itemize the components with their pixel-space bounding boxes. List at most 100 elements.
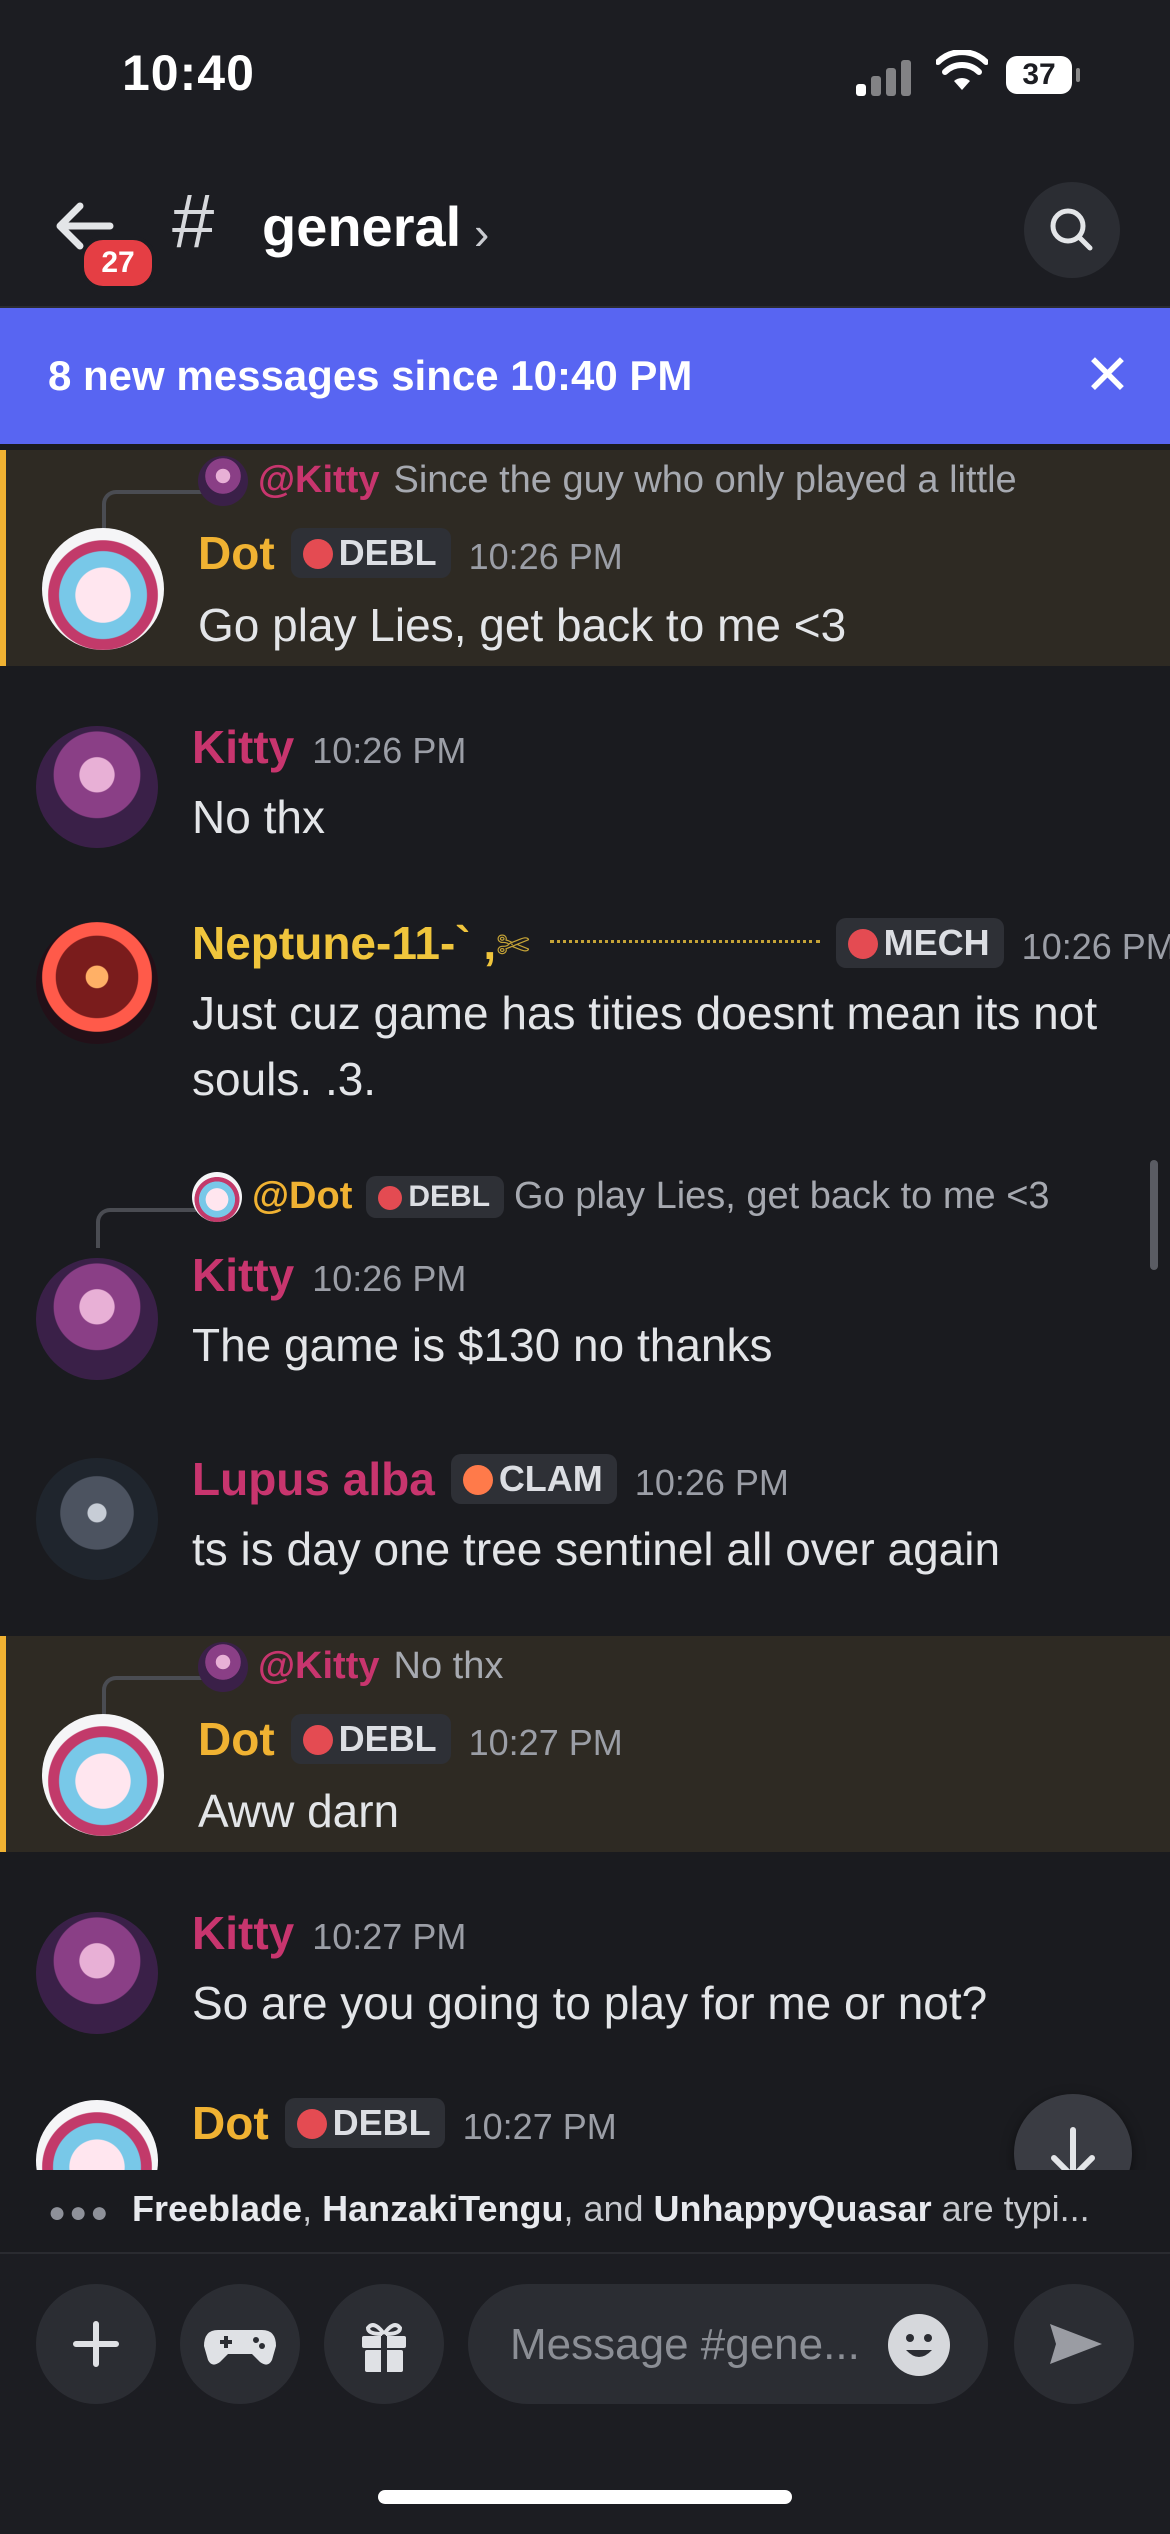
- search-icon: [1050, 208, 1093, 251]
- scissors-icon: ✄: [496, 924, 530, 968]
- reply-preview[interactable]: @Kitty Since the guy who only played a li…: [198, 456, 1017, 506]
- new-messages-banner[interactable]: 8 new messages since 10:40 PM ✕: [0, 308, 1170, 444]
- scrollbar[interactable]: [1150, 1160, 1158, 1270]
- avatar[interactable]: [36, 922, 158, 1044]
- typing-suffix: are typi...: [931, 2188, 1090, 2229]
- author-name[interactable]: Neptune-11-` ,: [192, 917, 496, 969]
- reply-preview[interactable]: @Kitty No thx: [198, 1642, 503, 1692]
- typing-indicator: ●●● Freeblade, HanzakiTengu, and Unhappy…: [0, 2170, 1170, 2252]
- banner-text: 8 new messages since 10:40 PM: [48, 352, 693, 399]
- emoji-icon[interactable]: [888, 2314, 950, 2376]
- message-text: No thx: [192, 791, 325, 843]
- reply-avatar: [192, 1172, 242, 1222]
- message-list[interactable]: @Kitty Since the guy who only played a li…: [0, 444, 1170, 2170]
- role-tag: CLAM: [450, 1454, 617, 1504]
- reply-author: @Dot: [252, 1175, 353, 1217]
- avatar[interactable]: [36, 2100, 158, 2170]
- typing-user: Freeblade: [132, 2188, 303, 2229]
- author-line: Dot DEBL 10:27 PM: [192, 2096, 617, 2150]
- status-bar: 10:40 37: [0, 0, 1170, 150]
- message-item[interactable]: Dot DEBL 10:27 PM: [0, 2096, 1170, 2170]
- message-item[interactable]: @Kitty Since the guy who only played a li…: [0, 450, 1170, 666]
- message-text: Go play Lies, get back to me <3: [198, 599, 847, 651]
- unread-badge: 27: [80, 236, 156, 290]
- reply-avatar: [198, 456, 248, 506]
- message-text: Aww darn: [198, 1785, 400, 1837]
- author-name[interactable]: Lupus alba: [192, 1453, 435, 1505]
- message-item[interactable]: Lupus alba CLAM 10:26 PM ts is day one tre…: [0, 1452, 1170, 1602]
- author-line: Neptune-11-` ,✄ MECH 10:26 PM: [192, 916, 1170, 970]
- message-text: The game is $130 no thanks: [192, 1319, 773, 1371]
- avatar[interactable]: [42, 1714, 164, 1836]
- message-item[interactable]: @Kitty No thx Dot DEBL 10:27 PM Aww darn: [0, 1636, 1170, 1852]
- chevron-right-icon[interactable]: ›: [474, 206, 489, 260]
- battery-icon: 37: [1006, 56, 1080, 94]
- add-attachment-button[interactable]: [36, 2284, 156, 2404]
- message-placeholder: Message #gene...: [510, 2320, 860, 2369]
- activities-button[interactable]: [180, 2284, 300, 2404]
- author-line: Dot DEBL 10:27 PM: [198, 1712, 623, 1766]
- role-label: CLAM: [498, 1458, 603, 1499]
- role-tag: MECH: [835, 918, 1004, 968]
- reply-text: Since the guy who only played a little: [393, 459, 1017, 501]
- avatar[interactable]: [42, 528, 164, 650]
- typing-user: UnhappyQuasar: [653, 2188, 932, 2229]
- avatar[interactable]: [36, 1258, 158, 1380]
- author-name[interactable]: Kitty: [192, 1907, 294, 1959]
- author-name[interactable]: Dot: [198, 527, 275, 579]
- avatar[interactable]: [36, 726, 158, 848]
- author-name[interactable]: Kitty: [192, 1249, 294, 1301]
- role-tag: DEBL: [284, 2098, 445, 2148]
- reply-preview[interactable]: @Dot DEBL Go play Lies, get back to me <3: [192, 1172, 1050, 1222]
- role-label: DEBL: [332, 2102, 431, 2143]
- plus-icon: [73, 2321, 119, 2367]
- author-name[interactable]: Kitty: [192, 721, 294, 773]
- message-item[interactable]: Kitty 10:27 PM So are you going to play f…: [0, 1906, 1170, 2056]
- gift-button[interactable]: [324, 2284, 444, 2404]
- author-line: Kitty 10:26 PM: [192, 1248, 466, 1302]
- decoration-line: [549, 940, 820, 947]
- home-indicator: [378, 2490, 792, 2504]
- role-label: DEBL: [408, 1180, 491, 1213]
- timestamp: 10:27 PM: [468, 1722, 623, 1763]
- reply-author: @Kitty: [258, 459, 380, 501]
- reply-text: Go play Lies, get back to me <3: [514, 1175, 1050, 1217]
- send-button[interactable]: [1014, 2284, 1134, 2404]
- timestamp: 10:26 PM: [1021, 926, 1170, 967]
- message-item[interactable]: Neptune-11-` ,✄ MECH 10:26 PM Just cuz gam…: [0, 916, 1170, 1126]
- channel-name[interactable]: general: [262, 194, 461, 259]
- role-tag: DEBL: [290, 528, 451, 578]
- role-label: MECH: [883, 922, 990, 963]
- send-icon: [1050, 2324, 1102, 2364]
- timestamp: 10:26 PM: [312, 730, 467, 771]
- avatar[interactable]: [36, 1458, 158, 1580]
- avatar[interactable]: [36, 1912, 158, 2034]
- typing-dots-icon: ●●●: [48, 2196, 112, 2229]
- close-icon[interactable]: ✕: [1084, 342, 1131, 408]
- timestamp: 10:26 PM: [312, 1258, 467, 1299]
- gamepad-icon: [204, 2330, 276, 2365]
- channel-header: 27 # general ›: [0, 150, 1170, 308]
- status-time: 10:40: [122, 45, 255, 101]
- reply-text: No thx: [393, 1645, 504, 1687]
- typing-text: Freeblade, HanzakiTengu, and UnhappyQuas…: [132, 2188, 1092, 2230]
- message-text: So are you going to play for me or not?: [192, 1977, 988, 2029]
- reply-avatar: [198, 1642, 248, 1692]
- typing-separator: ,: [302, 2188, 323, 2229]
- author-name[interactable]: Dot: [198, 1713, 275, 1765]
- author-name[interactable]: Dot: [192, 2097, 269, 2149]
- message-item[interactable]: @Dot DEBL Go play Lies, get back to me <3 …: [0, 1172, 1170, 1392]
- message-text: ts is day one tree sentinel all over aga…: [192, 1523, 1001, 1575]
- author-line: Kitty 10:27 PM: [192, 1906, 466, 1960]
- timestamp: 10:27 PM: [462, 2106, 617, 2147]
- role-label: DEBL: [338, 532, 437, 573]
- message-item[interactable]: Kitty 10:26 PM No thx: [0, 720, 1170, 870]
- gift-icon: [362, 2323, 406, 2372]
- signal-icon: [856, 56, 916, 96]
- message-input[interactable]: Message #gene...: [468, 2284, 988, 2404]
- search-button[interactable]: [1024, 182, 1120, 278]
- message-text: Just cuz game has tities doesnt mean its…: [192, 987, 1098, 1105]
- wifi-icon: [935, 49, 989, 99]
- author-line: Lupus alba CLAM 10:26 PM: [192, 1452, 789, 1506]
- role-label: DEBL: [338, 1718, 437, 1759]
